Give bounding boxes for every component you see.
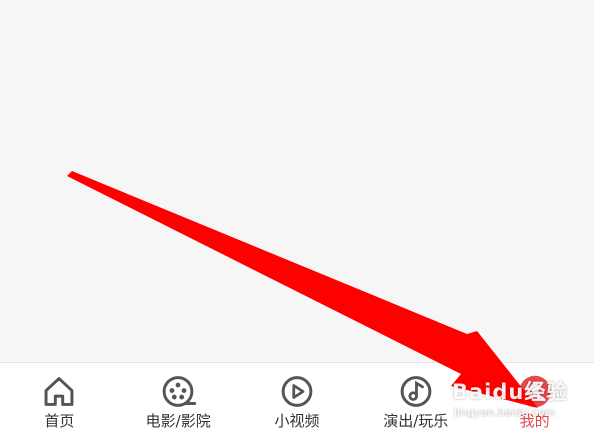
content-area [0,0,594,362]
tab-profile-label: 我的 [519,412,550,430]
film-reel-icon [162,376,197,407]
tab-home-label: 首页 [44,412,75,430]
music-note-icon [400,376,432,407]
play-icon [281,376,313,407]
tab-short-video[interactable]: 小视频 [238,363,357,430]
tab-home[interactable]: 首页 [0,363,119,430]
tab-shows[interactable]: 演出/玩乐 [356,363,475,430]
bottom-tab-bar: 首页 电影/影院 小视频 演出/玩乐 我的 [0,363,594,430]
home-icon [44,377,74,406]
tab-movies-label: 电影/影院 [145,412,211,430]
tab-movies[interactable]: 电影/影院 [119,363,238,430]
tab-shows-label: 演出/玩乐 [383,412,449,430]
tab-profile[interactable]: 我的 [475,363,594,430]
tab-short-video-label: 小视频 [274,412,320,430]
profile-icon [518,375,551,408]
